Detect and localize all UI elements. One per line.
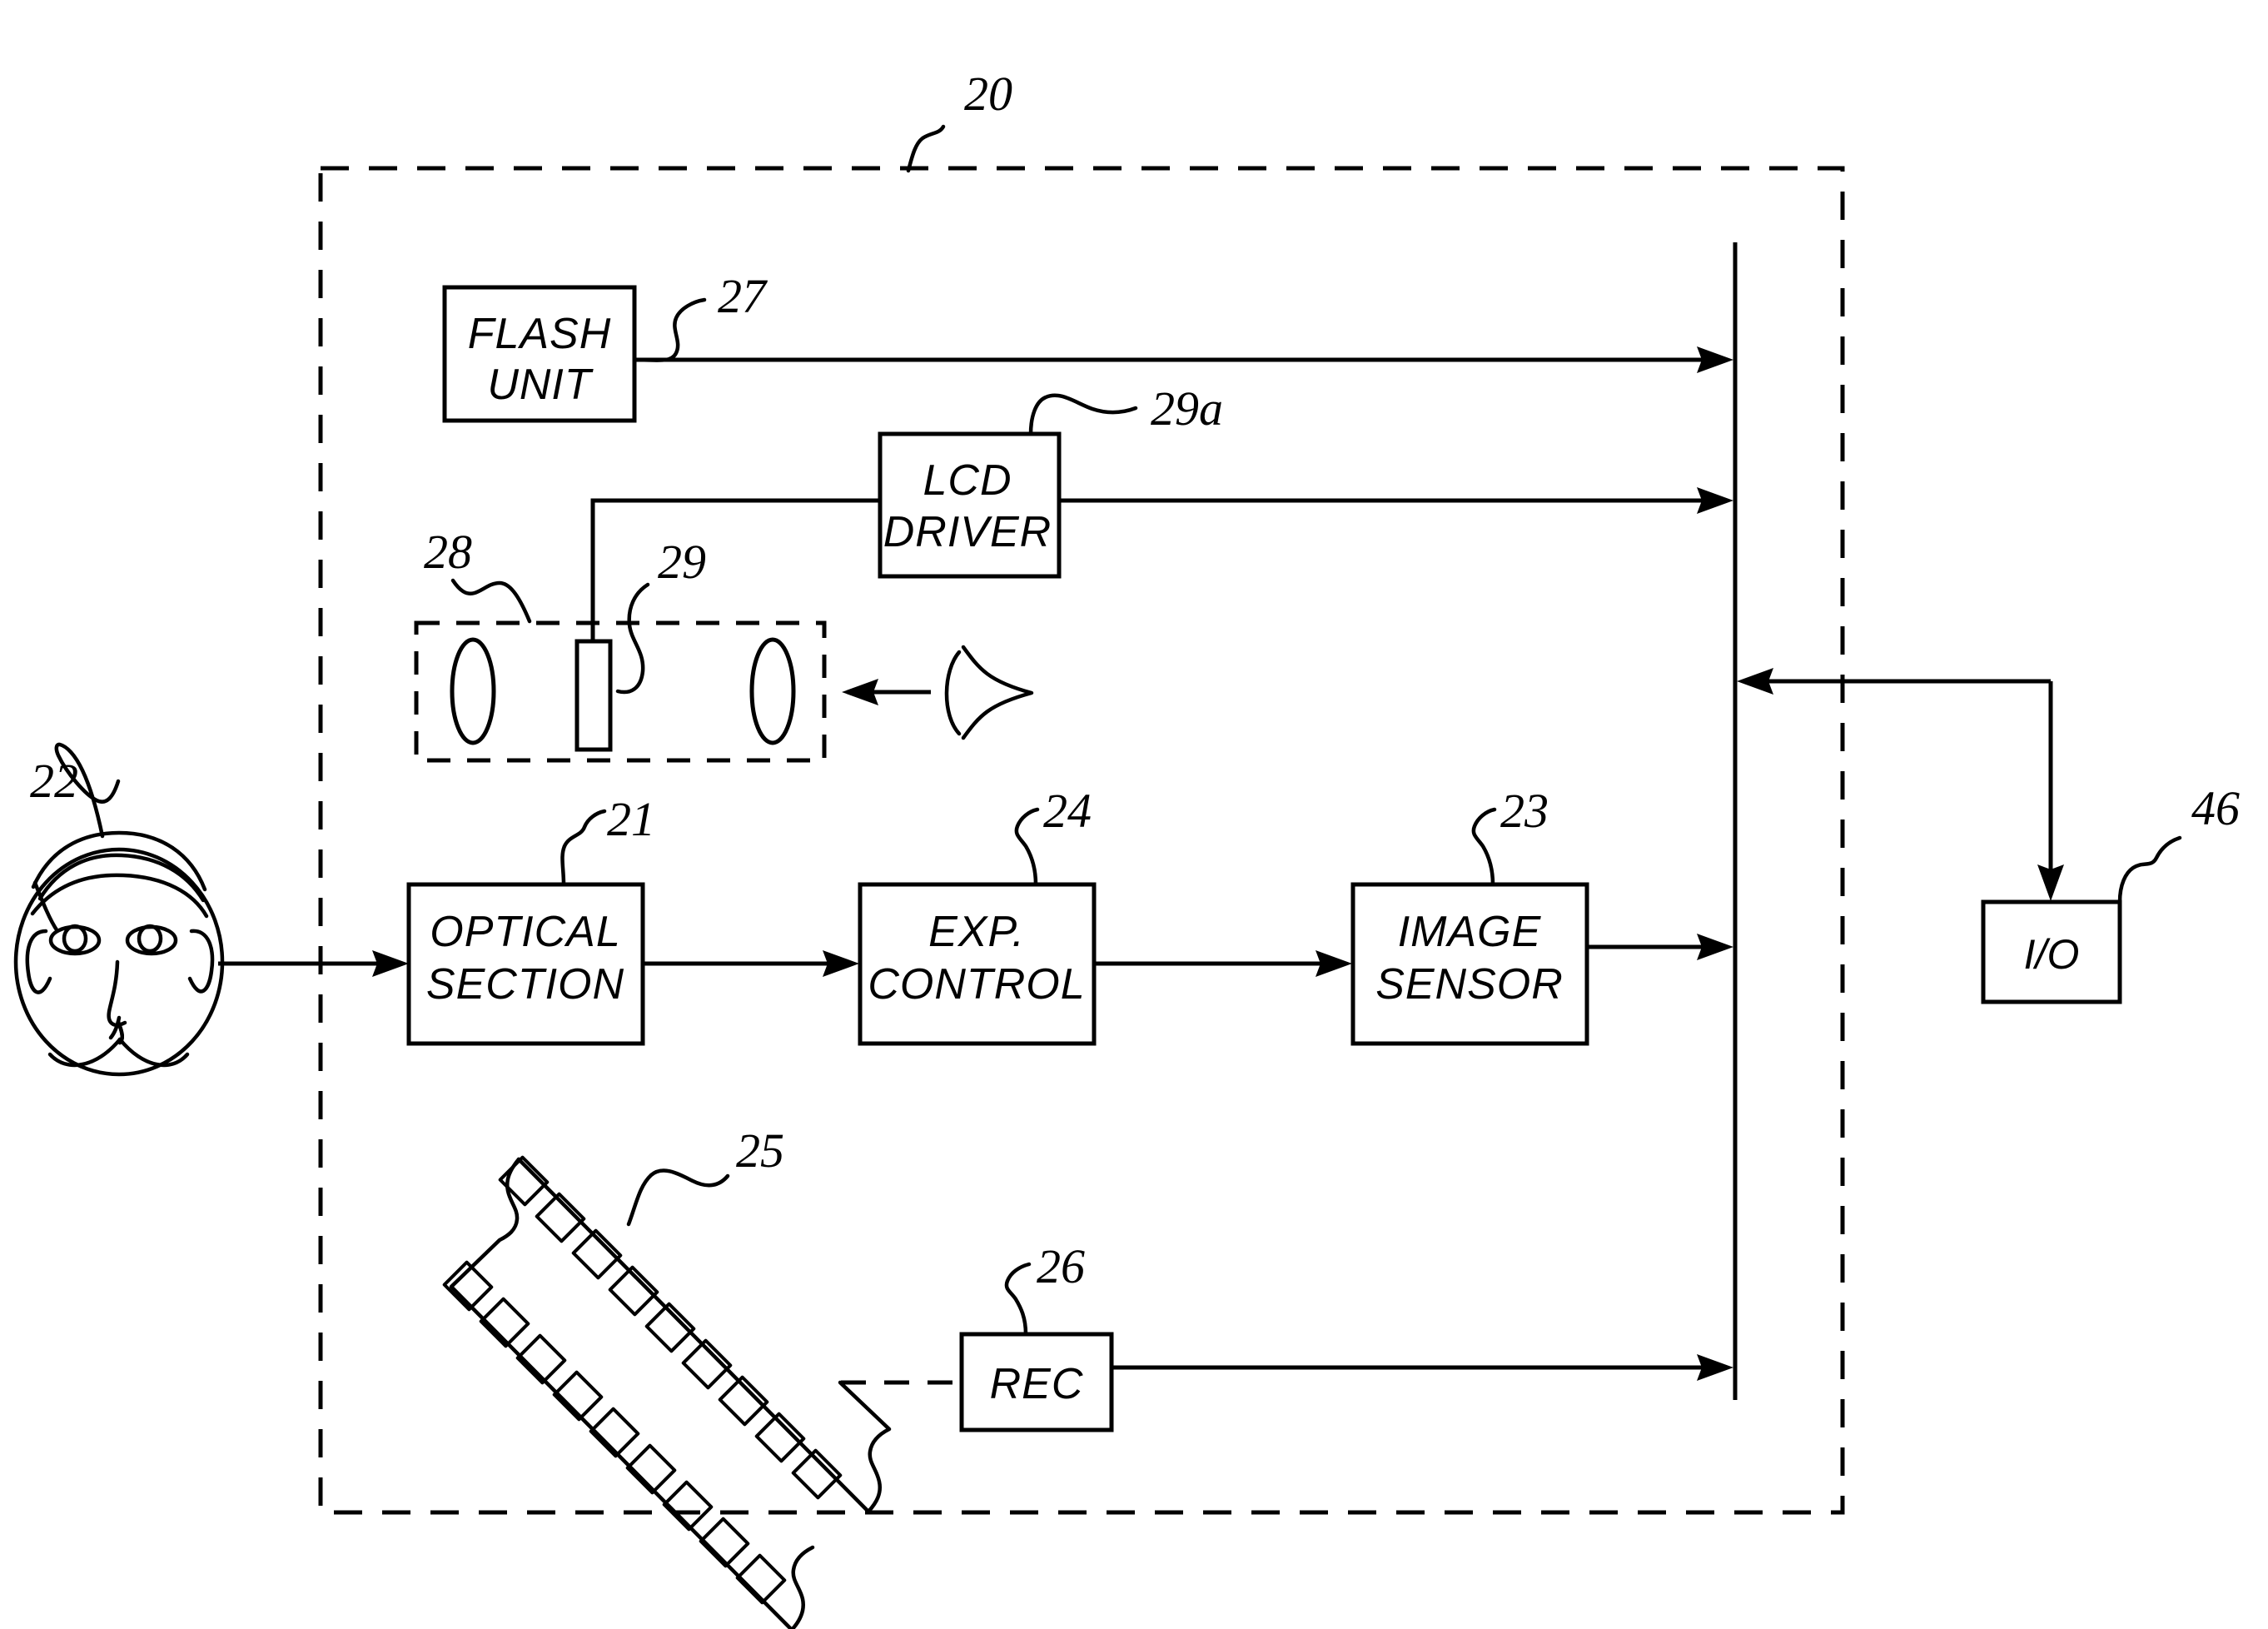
patent-figure: 20 FLASH UNIT 27 LCD DRIVER 29a 28 29 22… bbox=[0, 0, 2268, 1629]
lcd-to-driver-line bbox=[590, 498, 880, 641]
label-system-20: 20 bbox=[964, 67, 1012, 121]
flash-to-bus-arrow bbox=[634, 346, 1733, 373]
flash-unit-label-line1: FLASH bbox=[468, 310, 612, 358]
label-lcd-29: 29 bbox=[658, 535, 706, 589]
io-label: I/O bbox=[2024, 931, 2080, 978]
lcd-driver-to-bus-arrow bbox=[1059, 487, 1733, 514]
label-film-25: 25 bbox=[736, 1123, 784, 1178]
optical-section-label-line1: OPTICAL bbox=[430, 908, 621, 956]
image-sensor-label-line1: IMAGE bbox=[1398, 908, 1542, 956]
leader-46 bbox=[2117, 835, 2182, 904]
label-image-sensor-23: 23 bbox=[1500, 784, 1549, 838]
lcd-driver-label-line1: LCD bbox=[923, 456, 1012, 505]
leader-27 bbox=[632, 297, 707, 362]
leader-29 bbox=[615, 582, 650, 695]
label-lcd-driver-29a: 29a bbox=[1151, 381, 1223, 436]
optical-section-label-line2: SECTION bbox=[426, 960, 624, 1009]
leader-24 bbox=[1014, 807, 1040, 887]
label-optical-section-21: 21 bbox=[607, 792, 655, 846]
flash-unit-label-line2: UNIT bbox=[487, 361, 594, 409]
film-sprockets-lower bbox=[442, 1260, 787, 1605]
leader-26 bbox=[1004, 1262, 1032, 1337]
exposure-control-label-line2: CONTROL bbox=[868, 960, 1085, 1009]
label-io-46: 46 bbox=[2191, 781, 2240, 835]
subject-to-optical-arrow bbox=[218, 950, 409, 977]
film-sprockets-upper bbox=[498, 1155, 843, 1500]
lcd-driver-label-line2: DRIVER bbox=[883, 508, 1052, 556]
leader-29a bbox=[1028, 393, 1138, 436]
viewfinder-view-arrow bbox=[842, 679, 931, 705]
leader-20 bbox=[906, 124, 946, 173]
optical-to-exposure-arrow bbox=[643, 950, 859, 977]
label-recording-26: 26 bbox=[1037, 1239, 1085, 1293]
camera-block-diagram: 20 FLASH UNIT 27 LCD DRIVER 29a 28 29 22… bbox=[13, 67, 2240, 1629]
label-flash-unit-27: 27 bbox=[718, 269, 768, 323]
film-strip-25 bbox=[442, 1155, 892, 1629]
recording-label: REC bbox=[990, 1360, 1084, 1408]
leader-23 bbox=[1471, 807, 1497, 887]
viewfinder-lens-left bbox=[450, 637, 496, 745]
rec-to-bus-arrow bbox=[1112, 1354, 1733, 1381]
leader-21 bbox=[560, 809, 607, 887]
label-exposure-control-24: 24 bbox=[1043, 784, 1092, 838]
leader-28 bbox=[450, 578, 532, 624]
label-viewfinder-28: 28 bbox=[424, 525, 472, 579]
label-subject-22: 22 bbox=[30, 754, 78, 808]
leader-25 bbox=[626, 1168, 730, 1227]
exposure-to-sensor-arrow bbox=[1094, 950, 1352, 977]
viewfinder-lens-right bbox=[749, 637, 796, 745]
lcd-panel-29 bbox=[574, 639, 613, 752]
exposure-control-label-line1: EXP. bbox=[928, 908, 1025, 956]
image-sensor-label-line2: SENSOR bbox=[1375, 960, 1564, 1009]
sensor-to-bus-arrow bbox=[1587, 934, 1733, 960]
eye-icon bbox=[944, 645, 1034, 740]
io-to-bus-line bbox=[1737, 668, 2064, 901]
